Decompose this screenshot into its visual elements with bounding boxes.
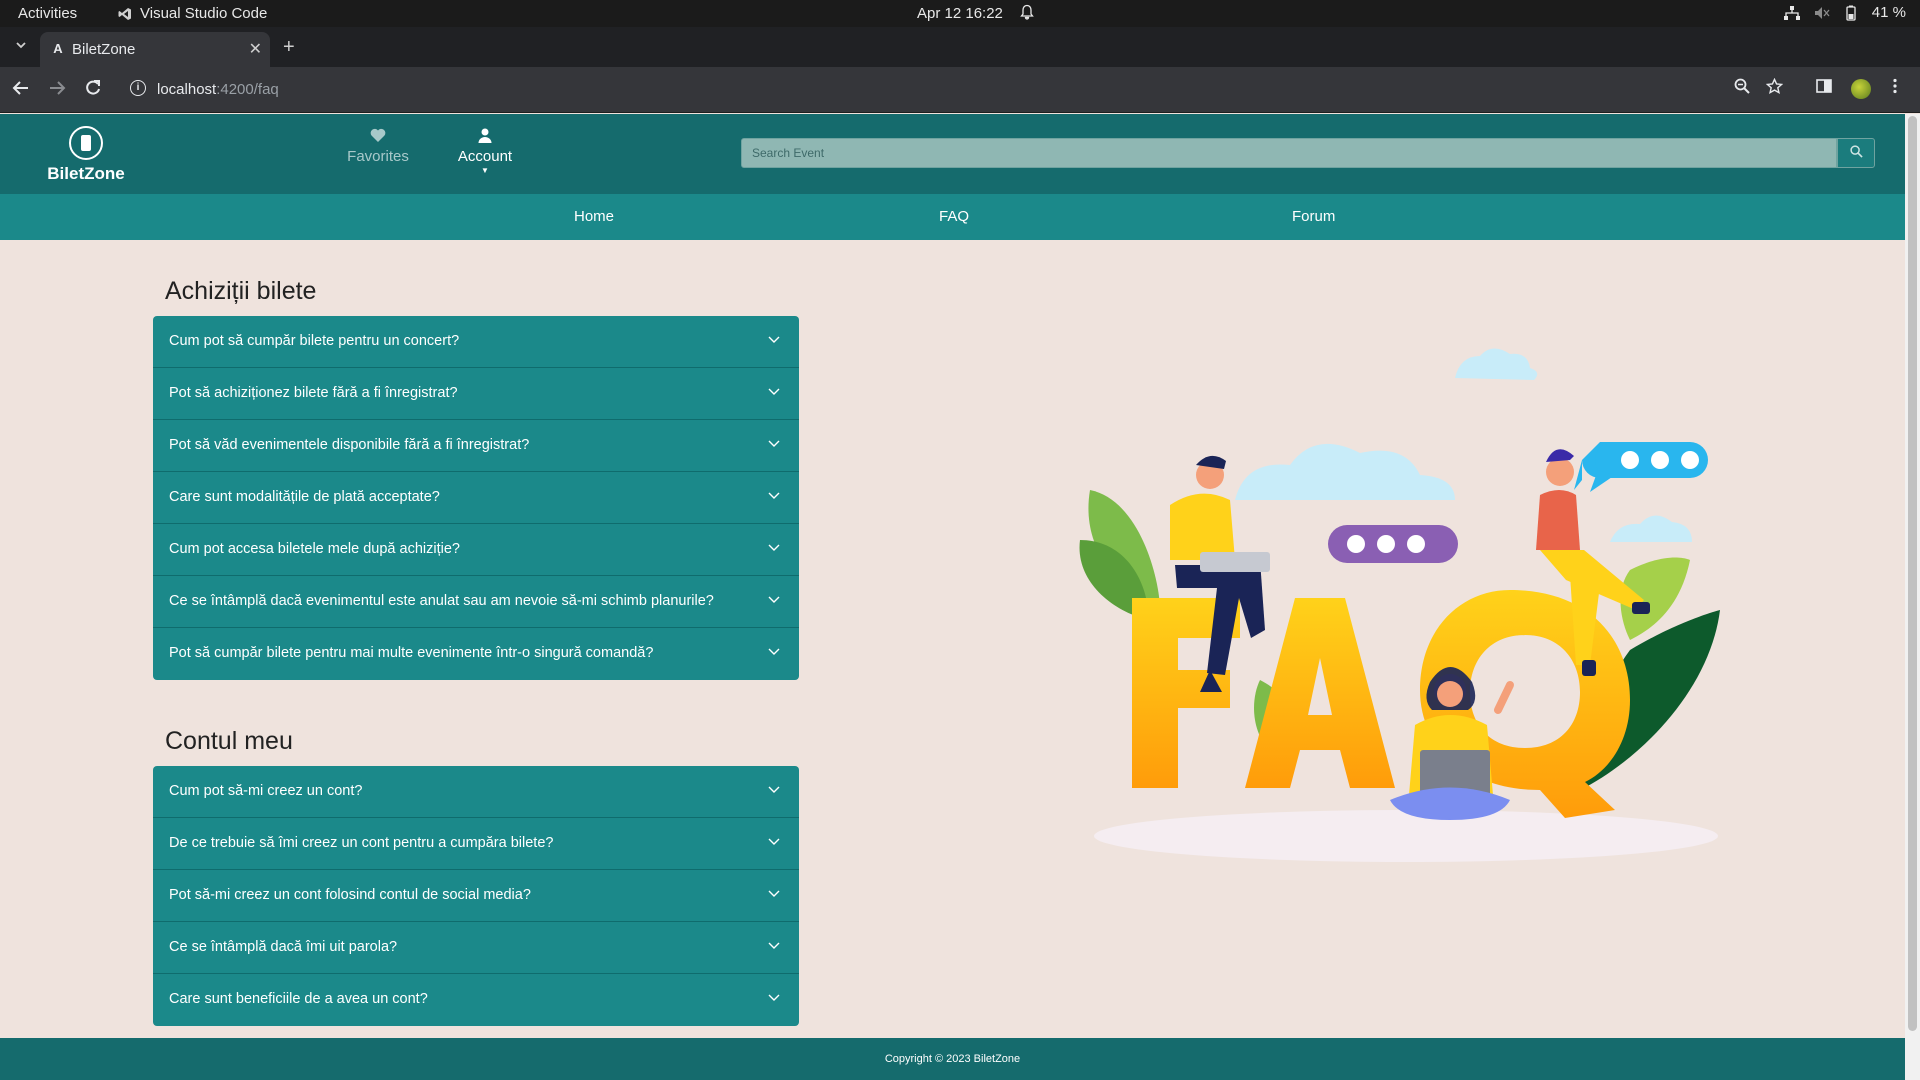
nav-home[interactable]: Home — [574, 208, 614, 225]
new-tab-plus-icon[interactable]: + — [283, 37, 295, 57]
tab-title: BiletZone — [72, 41, 136, 58]
faq-accordion-account: Cum pot să-mi creez un cont? De ce trebu… — [153, 766, 799, 1026]
clock[interactable]: Apr 12 16:22 — [917, 5, 1003, 22]
faq-question[interactable]: Ce se întâmplă dacă îmi uit parola? — [153, 922, 799, 974]
favorites-link[interactable]: Favorites — [343, 128, 413, 165]
chevron-down-icon — [768, 994, 780, 1001]
browser-tab-strip: A BiletZone ✕ + — [0, 27, 1920, 67]
faq-question[interactable]: Cum pot accesa biletele mele după achizi… — [153, 524, 799, 576]
faq-illustration — [1079, 348, 1720, 862]
faq-question[interactable]: Pot să văd evenimentele disponibile fără… — [153, 420, 799, 472]
chevron-down-icon — [768, 596, 780, 603]
search-icon — [1849, 145, 1863, 158]
question-text: Care sunt modalitățile de plată acceptat… — [169, 489, 440, 505]
faq-question[interactable]: Pot să achiziționez bilete fără a fi înr… — [153, 368, 799, 420]
chevron-down-icon — [768, 492, 780, 499]
activities-button[interactable]: Activities — [18, 5, 77, 22]
question-text: Pot să văd evenimentele disponibile fără… — [169, 437, 530, 453]
copyright-text: Copyright © 2023 BiletZone — [884, 1053, 1021, 1065]
favorites-label: Favorites — [347, 148, 409, 165]
caret-down-icon: ▼ — [481, 166, 489, 175]
question-text: Pot să-mi creez un cont folosind contul … — [169, 887, 531, 903]
network-icon — [1783, 5, 1800, 20]
url-host: localhost — [157, 81, 217, 98]
faq-question[interactable]: Cum pot să cumpăr bilete pentru un conce… — [153, 316, 799, 368]
chevron-down-icon — [768, 838, 780, 845]
faq-question[interactable]: Cum pot să-mi creez un cont? — [153, 766, 799, 818]
question-text: Cum pot accesa biletele mele după achizi… — [169, 541, 460, 557]
question-text: Ce se întâmplă dacă evenimentul este anu… — [169, 593, 714, 609]
url-path: :4200/faq — [216, 81, 279, 98]
site-header: BiletZone Favorites Account ▼ — [0, 114, 1905, 194]
browser-menu-icon[interactable] — [1892, 78, 1898, 99]
angular-favicon-icon: A — [53, 41, 63, 56]
active-app-name: Visual Studio Code — [140, 5, 268, 22]
forward-arrow-icon[interactable] — [48, 79, 66, 101]
battery-percent: 41 % — [1871, 4, 1906, 21]
chevron-down-icon — [768, 942, 780, 949]
chevron-down-icon — [768, 440, 780, 447]
faq-question[interactable]: Care sunt beneficiile de a avea un cont? — [153, 974, 799, 1026]
search-input[interactable] — [741, 138, 1837, 168]
question-text: Ce se întâmplă dacă îmi uit parola? — [169, 939, 398, 955]
logo-name: BiletZone — [47, 164, 125, 183]
battery-icon — [1846, 5, 1856, 21]
side-panel-icon[interactable] — [1816, 78, 1832, 99]
question-text: Cum pot să cumpăr bilete pentru un conce… — [169, 333, 460, 349]
url-text: localhost:4200/faq — [157, 81, 279, 98]
tab-search-chevron-icon[interactable] — [10, 36, 32, 58]
faq-question[interactable]: Pot să-mi creez un cont folosind contul … — [153, 870, 799, 922]
chevron-down-icon — [768, 388, 780, 395]
zoom-icon[interactable] — [1734, 78, 1750, 99]
faq-question[interactable]: Care sunt modalitățile de plată acceptat… — [153, 472, 799, 524]
os-top-bar: Activities Visual Studio Code Apr 12 16:… — [0, 0, 1920, 27]
site-info-icon[interactable]: i — [130, 80, 146, 96]
chevron-down-icon — [768, 544, 780, 551]
site-logo[interactable]: BiletZone — [46, 126, 126, 184]
search-button[interactable] — [1837, 138, 1875, 168]
faq-accordion-tickets: Cum pot să cumpăr bilete pentru un conce… — [153, 316, 799, 680]
account-label: Account — [457, 148, 513, 165]
main-nav: Home FAQ Forum — [0, 194, 1905, 240]
active-app-indicator[interactable]: Visual Studio Code — [118, 5, 267, 22]
browser-toolbar: i localhost:4200/faq — [0, 67, 1920, 113]
volume-muted-icon — [1814, 6, 1830, 19]
nav-forum[interactable]: Forum — [1292, 208, 1335, 225]
profile-avatar[interactable] — [1851, 79, 1871, 99]
chevron-down-icon — [768, 336, 780, 343]
faq-question[interactable]: De ce trebuie să îmi creez un cont pentr… — [153, 818, 799, 870]
question-text: De ce trebuie să îmi creez un cont pentr… — [169, 835, 554, 851]
back-arrow-icon[interactable] — [12, 79, 30, 101]
address-bar[interactable]: i localhost:4200/faq — [122, 75, 1722, 105]
section-title-tickets: Achiziții bilete — [165, 277, 317, 305]
faq-question[interactable]: Ce se întâmplă dacă evenimentul este anu… — [153, 576, 799, 628]
system-tray[interactable]: 41 % — [1783, 4, 1906, 21]
chevron-down-icon — [768, 648, 780, 655]
user-icon — [452, 128, 518, 148]
browser-tab-active[interactable]: A BiletZone ✕ — [40, 32, 270, 67]
tab-close-icon[interactable]: ✕ — [249, 39, 262, 59]
question-text: Pot să achiziționez bilete fără a fi înr… — [169, 385, 458, 401]
heart-icon — [343, 128, 413, 148]
chevron-down-icon — [768, 786, 780, 793]
faq-question[interactable]: Pot să cumpăr bilete pentru mai multe ev… — [153, 628, 799, 680]
reload-icon[interactable] — [84, 79, 102, 101]
bookmark-star-icon[interactable] — [1765, 77, 1784, 100]
ticket-logo-icon — [69, 126, 103, 160]
page-scrollbar[interactable] — [1905, 114, 1920, 1080]
vscode-icon — [118, 7, 131, 20]
account-menu[interactable]: Account ▼ — [452, 128, 518, 175]
section-title-account: Contul meu — [165, 727, 293, 755]
scrollbar-thumb[interactable] — [1908, 116, 1917, 1031]
search-bar — [741, 138, 1875, 168]
question-text: Care sunt beneficiile de a avea un cont? — [169, 991, 428, 1007]
alarm-bell-icon — [1020, 4, 1034, 24]
site-footer: Copyright © 2023 BiletZone — [0, 1038, 1905, 1080]
question-text: Cum pot să-mi creez un cont? — [169, 783, 363, 799]
chevron-down-icon — [768, 890, 780, 897]
nav-faq[interactable]: FAQ — [939, 208, 969, 225]
question-text: Pot să cumpăr bilete pentru mai multe ev… — [169, 645, 654, 661]
